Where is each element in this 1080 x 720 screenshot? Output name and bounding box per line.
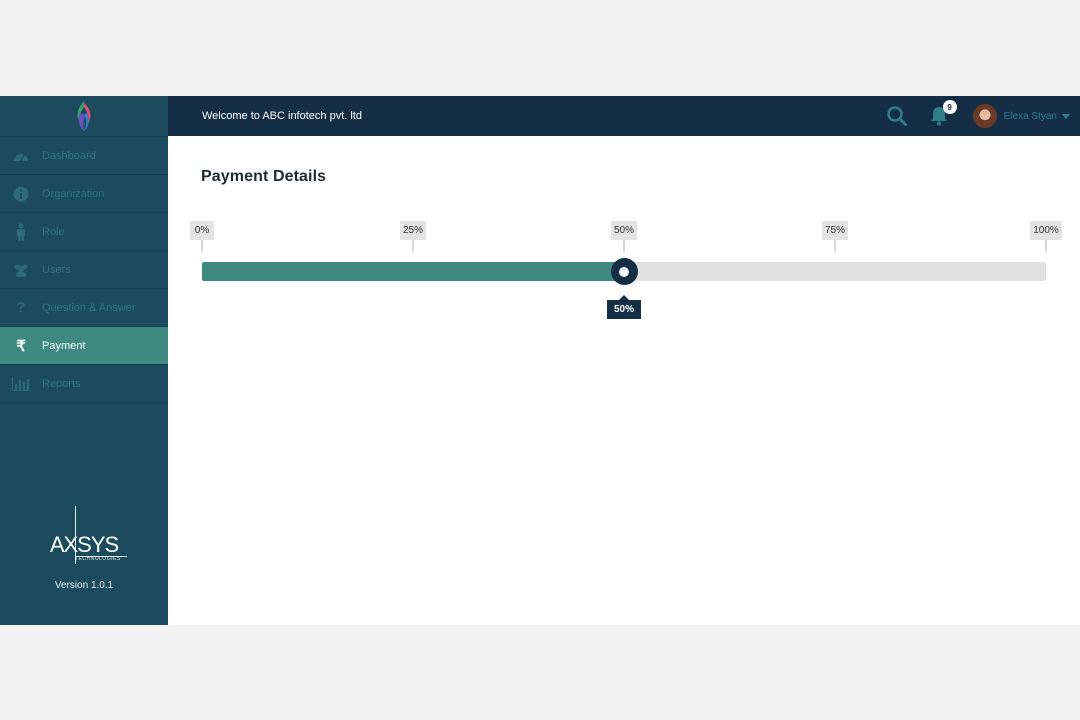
chevron-down-icon: [1062, 113, 1070, 119]
sidebar-item-label: Payment: [42, 339, 86, 352]
sidebar-item-organization[interactable]: Organization: [0, 175, 168, 213]
tick-label: 50%: [610, 221, 637, 240]
sidebar-item-label: Role: [42, 225, 65, 238]
question-icon: ?: [16, 299, 26, 316]
version-label: Version 1.0.1: [54, 580, 114, 591]
app-window: Dashboard Organization Role Users ? Ques…: [0, 96, 1080, 625]
notifications-button[interactable]: 9: [927, 100, 957, 128]
user-menu[interactable]: Elexa Styan: [972, 104, 1070, 128]
slider-tick-25: 25%: [396, 220, 430, 252]
search-icon: [886, 106, 907, 126]
slider-value-tooltip: 50%: [607, 295, 641, 319]
tick-label: 25%: [399, 221, 426, 240]
sidebar-item-label: Question & Answer: [42, 301, 136, 314]
rupee-icon: ₹: [16, 337, 26, 355]
search-button[interactable]: [885, 104, 909, 128]
payment-slider-track[interactable]: 50%: [202, 258, 1046, 319]
bar-chart-icon: [12, 375, 30, 393]
tick-label: 100%: [1030, 221, 1062, 240]
flame-logo-icon: [77, 101, 91, 131]
slider-tick-100: 100%: [1029, 220, 1063, 252]
sidebar-item-dashboard[interactable]: Dashboard: [0, 137, 168, 175]
slider-tick-0: 0%: [185, 220, 219, 252]
sidebar-item-payment[interactable]: ₹ Payment: [0, 327, 168, 365]
sidebar-item-label: Dashboard: [42, 149, 96, 162]
slider-value-label: 50%: [607, 300, 641, 319]
notification-count-badge: 9: [942, 100, 957, 114]
welcome-text: Welcome to ABC infotech pvt. ltd: [202, 110, 362, 122]
brand-footer: AXSYS TECHNOLOGIES Version 1.0.1: [0, 504, 168, 591]
slider-tick-50: 50%: [607, 220, 641, 252]
main-content: Payment Details 0% 25% 50% 75% 100% 50%: [168, 136, 1080, 625]
sidebar-item-reports[interactable]: Reports: [0, 365, 168, 403]
sidebar-item-label: Organization: [42, 187, 105, 200]
user-name: Elexa Styan: [1003, 110, 1057, 122]
sidebar-item-question-answer[interactable]: ? Question & Answer: [0, 289, 168, 327]
app-logo[interactable]: [0, 96, 168, 137]
tick-label: 0%: [190, 221, 214, 240]
person-icon: [12, 223, 30, 241]
avatar: [972, 104, 997, 128]
users-icon: [12, 261, 30, 279]
sidebar-item-label: Reports: [42, 377, 81, 390]
slider-tick-75: 75%: [818, 220, 852, 252]
axsys-logo: AXSYS TECHNOLOGIES: [39, 504, 129, 564]
tick-label: 75%: [821, 221, 848, 240]
page-title: Payment Details: [201, 168, 327, 185]
sidebar-item-label: Users: [42, 263, 71, 276]
sidebar-item-users[interactable]: Users: [0, 251, 168, 289]
dashboard-icon: [12, 147, 30, 165]
sidebar: Dashboard Organization Role Users ? Ques…: [0, 96, 168, 625]
payment-slider-handle[interactable]: [610, 258, 638, 285]
sidebar-item-role[interactable]: Role: [0, 213, 168, 251]
brand-name: AXSYS: [49, 532, 119, 557]
brand-subtitle: TECHNOLOGIES: [75, 556, 121, 562]
payment-slider-fill: [202, 262, 624, 281]
info-icon: [12, 185, 30, 203]
top-bar: Welcome to ABC infotech pvt. ltd 9 Elexa…: [168, 96, 1080, 136]
